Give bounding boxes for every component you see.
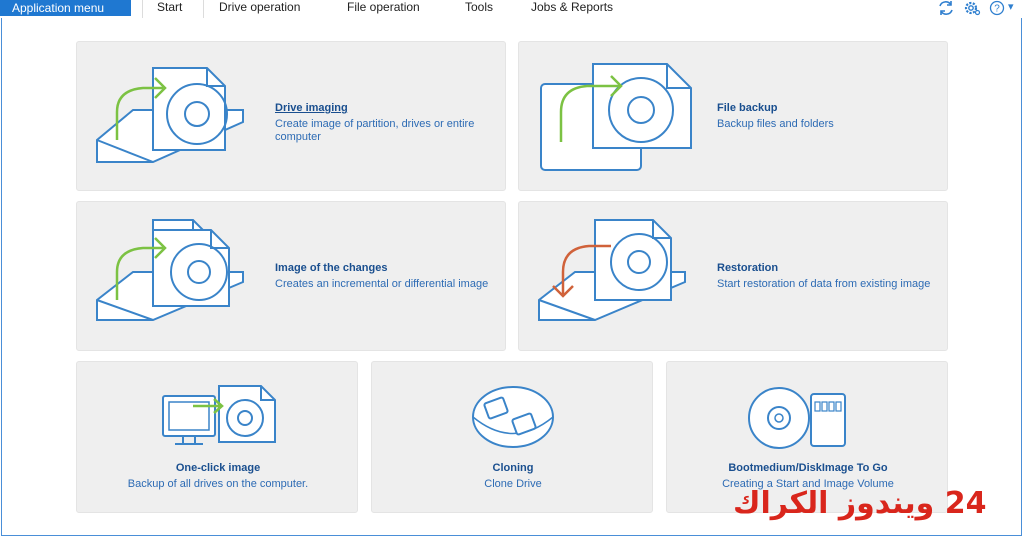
cloning-icon — [472, 386, 554, 448]
tile-drive-imaging[interactable]: Drive imaging Create image of partition,… — [76, 41, 506, 191]
tile-description: Backup of all drives on the computer. — [127, 478, 309, 490]
settings-icon[interactable] — [963, 0, 981, 16]
menu-bar: Application menu Start Drive operation F… — [0, 0, 1024, 18]
menu-item-drive-operation[interactable]: Drive operation — [219, 0, 300, 16]
menu-item-tools[interactable]: Tools — [465, 0, 493, 16]
tile-description: Clone Drive — [484, 478, 542, 490]
tile-one-click-image[interactable]: One-click image Backup of all drives on … — [76, 361, 358, 513]
one-click-image-icon — [162, 385, 276, 445]
incremental-image-icon — [96, 219, 244, 321]
tile-description: Creates an incremental or differential i… — [275, 278, 489, 290]
menu-separator — [142, 0, 143, 18]
tile-title[interactable]: Restoration — [717, 262, 778, 275]
tile-title[interactable]: Bootmedium/DiskImage To Go — [667, 462, 949, 475]
menu-item-jobs-reports[interactable]: Jobs & Reports — [531, 0, 613, 16]
application-menu-button[interactable]: Application menu — [0, 0, 131, 16]
restoration-icon — [538, 219, 686, 321]
tile-title[interactable]: One-click image — [77, 462, 359, 475]
tile-title[interactable]: Cloning — [372, 462, 654, 475]
tile-file-backup[interactable]: File backup Backup files and folders — [518, 41, 948, 191]
boot-medium-icon — [748, 387, 846, 449]
tile-cloning[interactable]: Cloning Clone Drive — [371, 361, 653, 513]
tile-title[interactable]: Drive imaging — [275, 102, 348, 115]
file-backup-icon — [540, 63, 692, 171]
watermark-text: 24 ويندوز الكراك — [733, 486, 987, 521]
help-dropdown-icon[interactable]: ▾ — [1008, 0, 1014, 16]
tile-title[interactable]: Image of the changes — [275, 262, 387, 275]
menu-item-file-operation[interactable]: File operation — [347, 0, 420, 16]
tile-description: Start restoration of data from existing … — [717, 278, 931, 290]
tile-restoration[interactable]: Restoration Start restoration of data fr… — [518, 201, 948, 351]
help-icon[interactable]: ? — [989, 0, 1007, 16]
tile-description: Backup files and folders — [717, 118, 834, 130]
tile-title[interactable]: File backup — [717, 102, 778, 115]
drive-imaging-icon — [96, 67, 244, 163]
svg-text:?: ? — [994, 4, 1000, 15]
tile-image-of-changes[interactable]: Image of the changes Creates an incremen… — [76, 201, 506, 351]
menu-item-start[interactable]: Start — [157, 0, 182, 16]
menu-separator — [203, 0, 204, 18]
refresh-icon[interactable] — [937, 0, 955, 16]
tile-description: Create image of partition, drives or ent… — [275, 118, 475, 143]
